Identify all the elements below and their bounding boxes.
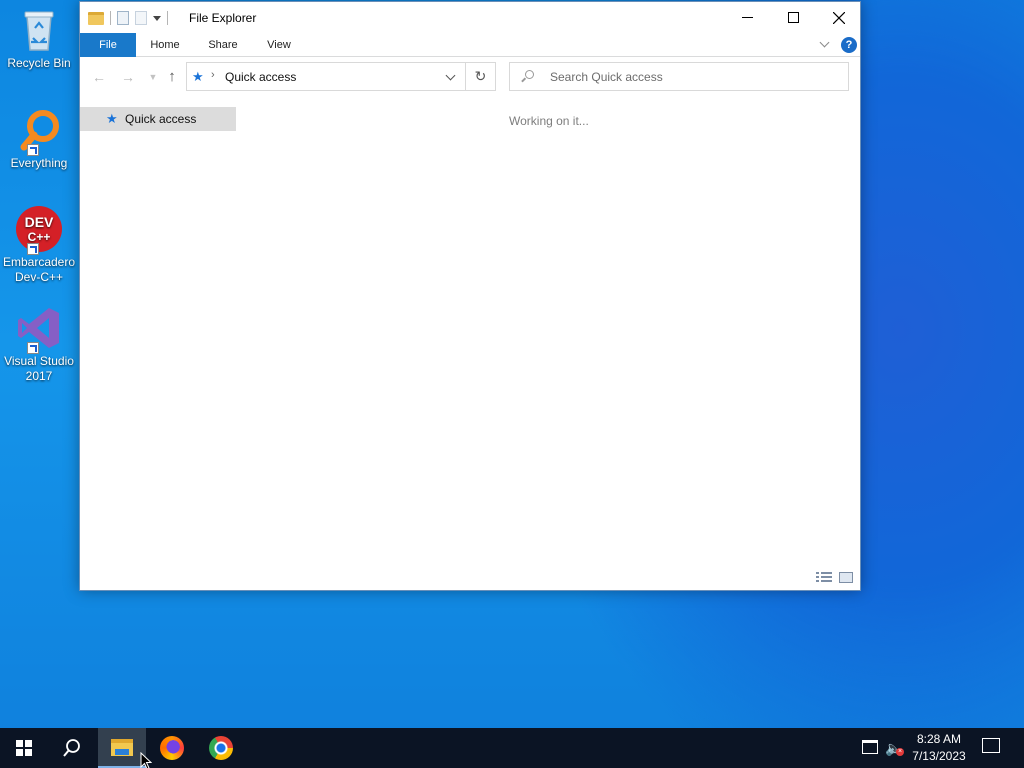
large-icons-view-icon[interactable] <box>839 572 853 583</box>
quick-access-star-icon: ★ <box>192 69 204 84</box>
address-dropdown-icon[interactable] <box>445 70 456 81</box>
search-icon <box>63 739 80 757</box>
taskbar-clock[interactable]: 8:28 AM 7/13/2023 <box>906 731 972 765</box>
start-button[interactable] <box>0 728 48 768</box>
taskbar-chrome[interactable] <box>197 728 245 768</box>
network-icon[interactable] <box>862 740 878 754</box>
close-button[interactable] <box>816 2 862 33</box>
navpane-item-label: Quick access <box>125 112 197 126</box>
recycle-bin-icon <box>15 6 63 54</box>
forward-arrow-icon[interactable]: → <box>119 69 137 85</box>
desktop-icon-label: Visual Studio 2017 <box>4 354 74 383</box>
shortcut-arrow-icon <box>27 342 39 354</box>
folder-icon <box>88 11 104 25</box>
properties-icon[interactable] <box>117 11 129 25</box>
title-bar[interactable]: File Explorer <box>80 2 860 33</box>
action-center-icon[interactable] <box>982 738 1000 753</box>
quick-access-toolbar <box>88 10 168 26</box>
everything-search-icon <box>15 106 63 156</box>
volume-muted-badge-icon: × <box>896 748 904 756</box>
up-arrow-icon[interactable]: ↑ <box>163 69 181 85</box>
maximize-button[interactable] <box>770 2 816 33</box>
address-bar[interactable]: ★ › Quick access <box>186 62 466 91</box>
maximize-icon <box>787 12 799 23</box>
breadcrumb-chevron-icon[interactable]: › <box>211 69 215 81</box>
loading-status-text: Working on it... <box>509 114 589 128</box>
clock-time: 8:28 AM <box>916 732 962 746</box>
new-folder-icon[interactable] <box>135 11 147 25</box>
window-title: File Explorer <box>189 11 257 25</box>
firefox-icon <box>160 736 184 760</box>
taskbar-firefox[interactable] <box>148 728 196 768</box>
file-explorer-icon <box>111 738 133 756</box>
file-explorer-window: File Explorer File Home Share View ? ← →… <box>79 1 861 591</box>
minimize-icon <box>741 17 753 18</box>
back-arrow-icon[interactable]: ← <box>90 69 108 85</box>
tab-home[interactable]: Home <box>140 33 190 57</box>
breadcrumb-location[interactable]: Quick access <box>225 70 296 84</box>
refresh-button[interactable]: ↻ <box>466 62 496 91</box>
search-icon <box>525 70 534 79</box>
taskbar-search-button[interactable] <box>48 728 96 768</box>
close-icon <box>833 11 845 24</box>
shortcut-arrow-icon <box>27 144 39 156</box>
recent-locations-chevron-icon[interactable]: ▼ <box>144 69 162 85</box>
navpane-item-quick-access[interactable]: ★ Quick access <box>80 107 236 131</box>
desktop-icon-visual-studio[interactable]: Visual Studio 2017 <box>2 304 76 384</box>
visual-studio-icon <box>15 304 63 354</box>
desktop-icon-recycle-bin[interactable]: Recycle Bin <box>2 6 76 71</box>
expand-ribbon-chevron-icon[interactable] <box>820 39 830 49</box>
ribbon-tabs: File Home Share View ? <box>80 33 860 57</box>
quick-access-star-icon: ★ <box>106 111 118 126</box>
tab-view[interactable]: View <box>256 33 302 57</box>
desktop-icon-label: Everything <box>10 156 68 170</box>
dev-cpp-icon: DEV C++ <box>15 205 63 255</box>
desktop-icon-dev-cpp[interactable]: DEV C++ Embarcadero Dev-C++ <box>2 205 76 285</box>
desktop-icon-everything[interactable]: Everything <box>2 106 76 171</box>
tab-share[interactable]: Share <box>198 33 248 57</box>
details-view-icon[interactable] <box>816 572 832 583</box>
clock-date: 7/13/2023 <box>912 749 966 763</box>
shortcut-arrow-icon <box>27 243 39 255</box>
svg-text:C++: C++ <box>28 230 51 244</box>
navigation-bar: ← → ▼ ↑ ★ › Quick access ↻ Search Quick … <box>80 57 860 97</box>
help-icon[interactable]: ? <box>841 37 857 53</box>
search-box[interactable]: Search Quick access <box>509 62 849 91</box>
mouse-cursor-icon <box>140 752 152 768</box>
desktop-icon-label: Recycle Bin <box>7 56 71 70</box>
svg-text:DEV: DEV <box>25 214 54 230</box>
customize-toolbar-dropdown-icon[interactable] <box>153 15 161 21</box>
search-placeholder: Search Quick access <box>550 70 663 84</box>
chrome-icon <box>209 736 233 760</box>
minimize-button[interactable] <box>724 2 770 33</box>
taskbar-file-explorer[interactable] <box>98 728 146 768</box>
windows-logo-icon <box>16 740 32 756</box>
tab-file[interactable]: File <box>80 33 136 57</box>
desktop-icon-label: Embarcadero Dev-C++ <box>2 255 76 284</box>
